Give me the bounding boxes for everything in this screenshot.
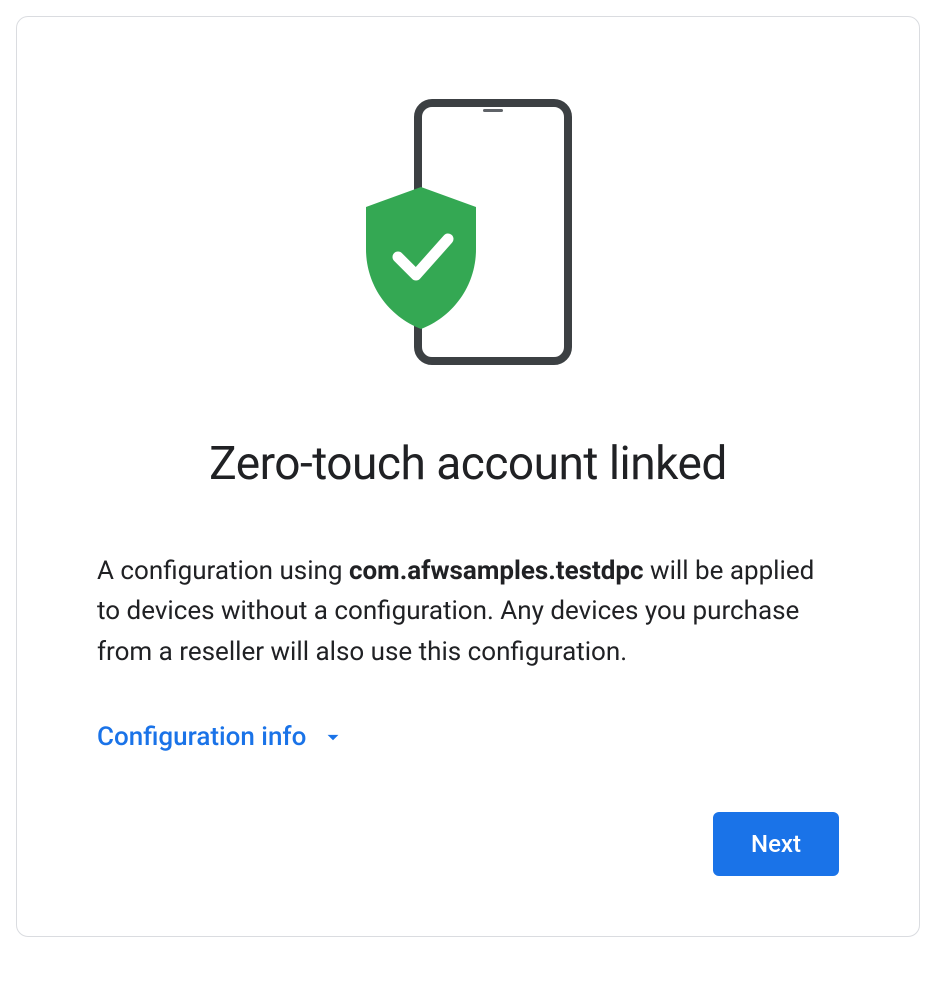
- expander-label: Configuration info: [97, 722, 306, 752]
- phone-shield-icon: [358, 97, 578, 367]
- dialog-actions: Next: [97, 812, 839, 876]
- next-button[interactable]: Next: [713, 812, 839, 876]
- description-package: com.afwsamples.testdpc: [349, 556, 644, 586]
- hero-illustration: [97, 97, 839, 367]
- description-prefix: A configuration using: [97, 556, 349, 586]
- dialog-card: Zero-touch account linked A configuratio…: [16, 16, 920, 937]
- dialog-description: A configuration using com.afwsamples.tes…: [97, 551, 839, 672]
- chevron-down-icon: [320, 724, 346, 750]
- configuration-info-expander[interactable]: Configuration info: [97, 722, 346, 752]
- dialog-title: Zero-touch account linked: [97, 437, 839, 491]
